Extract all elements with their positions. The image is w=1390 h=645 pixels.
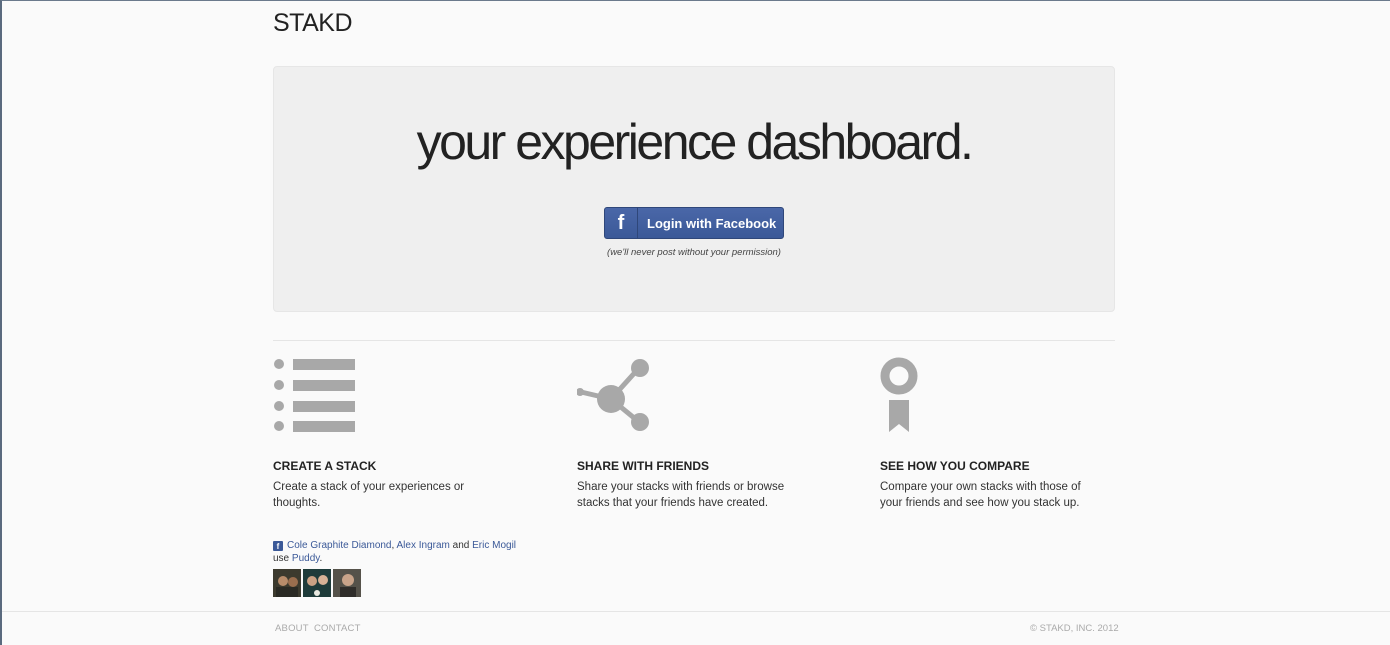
friend-link[interactable]: Alex Ingram [397, 540, 450, 551]
feature-description: Compare your own stacks with those of yo… [880, 481, 1081, 509]
ribbon-icon [880, 357, 918, 432]
avatar[interactable] [273, 569, 301, 597]
friend-link[interactable]: Cole Graphite Diamond [287, 540, 392, 551]
section-divider [273, 340, 1115, 341]
footer-contact-link[interactable]: CONTACT [314, 623, 361, 634]
avatar[interactable] [333, 569, 361, 597]
copyright-text: © STAKD, INC. 2012 [1030, 623, 1119, 634]
share-icon [577, 359, 649, 431]
feature-title: SHARE WITH FRIENDS [577, 459, 709, 473]
footer-divider [2, 611, 1390, 612]
feature-description: Share your stacks with friends or browse… [577, 481, 785, 509]
footer-about-link[interactable]: ABOUT [275, 623, 309, 634]
hero-panel: your experience dashboard. f Login with … [273, 66, 1115, 312]
friend-link[interactable]: Eric Mogil [472, 540, 516, 551]
app-link[interactable]: Puddy [292, 553, 320, 564]
login-button-label: Login with Facebook [647, 216, 777, 231]
hero-title: your experience dashboard. [416, 114, 974, 170]
feature-title: SEE HOW YOU COMPARE [880, 459, 1030, 473]
feature-title: CREATE A STACK [273, 459, 377, 473]
friends-using-app: f Cole Graphite Diamond, Alex Ingram and … [273, 540, 517, 564]
list-icon [274, 359, 355, 432]
feature-description: Create a stack of your experiences or th… [273, 481, 465, 509]
permission-note: (we'll never post without your permissio… [607, 247, 781, 258]
site-logo[interactable]: STAKD [273, 9, 353, 38]
facebook-icon: f [605, 208, 638, 238]
avatar[interactable] [303, 569, 331, 597]
login-with-facebook-button[interactable]: f Login with Facebook [604, 207, 784, 239]
facebook-small-icon: f [273, 541, 283, 551]
